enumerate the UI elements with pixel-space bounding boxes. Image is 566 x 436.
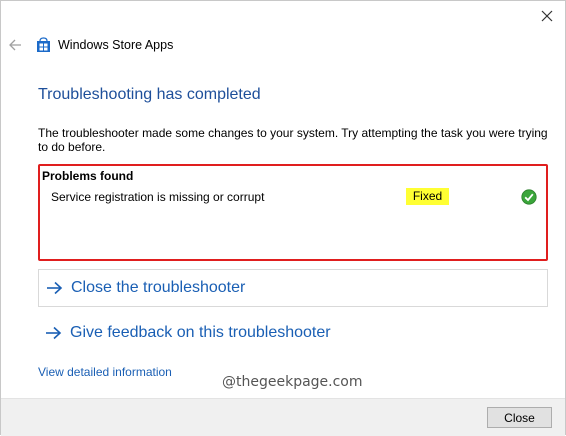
problem-row: Service registration is missing or corru…: [51, 188, 541, 209]
window-title: Windows Store Apps: [58, 38, 174, 52]
footer-bar: Close: [1, 398, 565, 436]
close-button[interactable]: Close: [487, 407, 552, 428]
arrow-right-icon: [46, 326, 62, 340]
back-arrow-icon[interactable]: [8, 38, 22, 52]
give-feedback-label: Give feedback on this troubleshooter: [70, 324, 331, 341]
close-troubleshooter-label: Close the troubleshooter: [71, 279, 246, 296]
watermark: @thegeekpage.com: [222, 374, 363, 390]
result-description: The troubleshooter made some changes to …: [38, 126, 548, 154]
view-detailed-information-link[interactable]: View detailed information: [38, 365, 172, 379]
close-troubleshooter-link[interactable]: Close the troubleshooter: [38, 269, 548, 307]
status-badge: Fixed: [406, 188, 449, 205]
close-window-icon[interactable]: [538, 7, 556, 25]
problems-found-section: Problems found Service registration is m…: [38, 164, 548, 261]
store-app-icon: [37, 37, 50, 52]
page-title: Troubleshooting has completed: [38, 86, 261, 103]
arrow-right-icon: [47, 281, 63, 295]
problems-found-heading: Problems found: [42, 169, 134, 183]
problem-name: Service registration is missing or corru…: [51, 190, 265, 204]
green-check-icon: [521, 189, 537, 205]
give-feedback-link[interactable]: Give feedback on this troubleshooter: [38, 316, 548, 354]
